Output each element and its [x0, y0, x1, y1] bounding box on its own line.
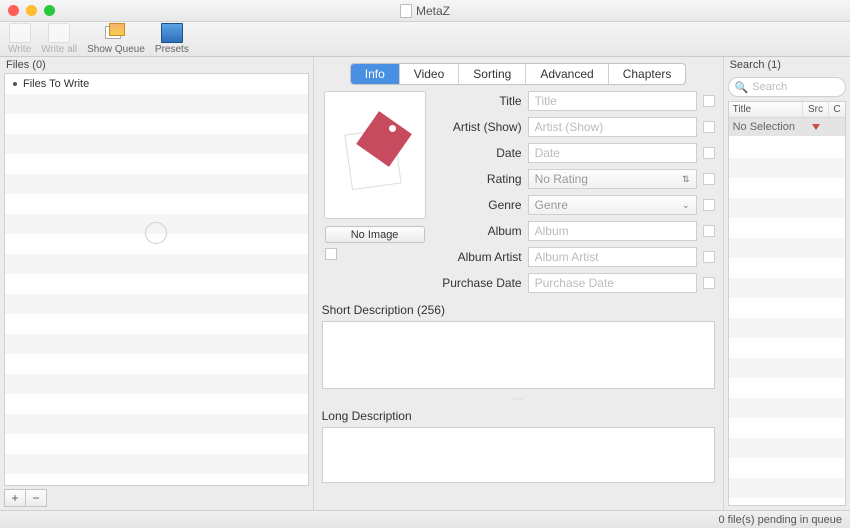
tab-info[interactable]: Info: [351, 64, 400, 84]
write-icon: [9, 23, 31, 43]
write-all-label: Write all: [41, 44, 77, 55]
show-queue-label: Show Queue: [87, 44, 145, 55]
search-results[interactable]: Title Src C No Selection: [728, 101, 846, 506]
search-field-wrap: 🔍: [728, 77, 846, 97]
write-label: Write: [8, 44, 31, 55]
date-label: Date: [436, 146, 522, 160]
tab-sorting[interactable]: Sorting: [459, 64, 526, 84]
tab-video[interactable]: Video: [400, 64, 459, 84]
files-list-item[interactable]: Files To Write: [5, 74, 308, 94]
chevron-down-icon: ⌄: [682, 200, 690, 211]
album-field[interactable]: [528, 221, 697, 241]
search-row[interactable]: No Selection: [729, 118, 845, 136]
titlebar: MetaZ: [0, 0, 850, 22]
rating-label: Rating: [436, 172, 522, 186]
rating-checkbox[interactable]: [703, 173, 715, 185]
window-title: MetaZ: [0, 4, 850, 18]
search-row-src: [803, 121, 829, 133]
drop-target-icon: [145, 222, 167, 244]
content: Files (0) Files To Write + − Info Video: [0, 57, 850, 510]
date-checkbox[interactable]: [703, 147, 715, 159]
album-artist-checkbox[interactable]: [703, 251, 715, 263]
album-artist-label: Album Artist: [436, 250, 522, 264]
artwork-well[interactable]: [324, 91, 426, 219]
rating-select[interactable]: No Rating⇅: [528, 169, 697, 189]
files-list[interactable]: Files To Write: [4, 73, 309, 486]
splitter-handle[interactable]: ⋯: [322, 394, 715, 405]
genre-label: Genre: [436, 198, 522, 212]
document-icon: [400, 4, 412, 18]
search-icon: 🔍: [735, 81, 749, 94]
show-queue-button[interactable]: Show Queue: [85, 23, 147, 55]
updown-icon: ⇅: [682, 174, 690, 185]
short-desc-label: Short Description (256): [322, 303, 715, 317]
bullet-icon: [13, 82, 17, 86]
status-bar: 0 file(s) pending in queue: [0, 510, 850, 528]
col-c[interactable]: C: [829, 102, 845, 117]
presets-label: Presets: [155, 44, 189, 55]
artist-label: Artist (Show): [436, 120, 522, 134]
long-desc-label: Long Description: [322, 409, 715, 423]
tab-chapters[interactable]: Chapters: [609, 64, 686, 84]
files-header: Files (0): [0, 57, 313, 73]
search-row-title: No Selection: [729, 121, 803, 133]
center-panel: Info Video Sorting Advanced Chapters No …: [314, 57, 723, 510]
presets-icon: [161, 23, 183, 43]
long-desc-field[interactable]: [322, 427, 715, 483]
search-panel: Search (1) 🔍 Title Src C No Selection: [723, 57, 850, 510]
purchase-date-checkbox[interactable]: [703, 277, 715, 289]
files-footer: + −: [0, 486, 313, 510]
artist-checkbox[interactable]: [703, 121, 715, 133]
col-src[interactable]: Src: [803, 102, 829, 117]
search-header: Search (1): [724, 57, 850, 73]
genre-checkbox[interactable]: [703, 199, 715, 211]
genre-select[interactable]: Genre⌄: [528, 195, 697, 215]
purchase-date-label: Purchase Date: [436, 276, 522, 290]
toolbar: Write Write all Show Queue Presets: [0, 22, 850, 57]
write-all-icon: [48, 23, 70, 43]
title-checkbox[interactable]: [703, 95, 715, 107]
title-label: Title: [436, 94, 522, 108]
remove-file-button[interactable]: −: [25, 489, 47, 507]
queue-icon: [105, 23, 127, 43]
album-checkbox[interactable]: [703, 225, 715, 237]
artwork-checkbox[interactable]: [325, 248, 337, 260]
no-image-button[interactable]: No Image: [325, 226, 425, 243]
status-text: 0 file(s) pending in queue: [718, 514, 842, 526]
search-columns: Title Src C: [729, 102, 845, 118]
add-file-button[interactable]: +: [4, 489, 26, 507]
date-field[interactable]: [528, 143, 697, 163]
col-title[interactable]: Title: [729, 102, 803, 117]
tab-advanced[interactable]: Advanced: [526, 64, 608, 84]
short-desc-field[interactable]: [322, 321, 715, 389]
purchase-date-field[interactable]: [528, 273, 697, 293]
source-icon: [812, 124, 820, 130]
artwork-placeholder-icon: [344, 119, 406, 191]
search-input[interactable]: [752, 81, 839, 93]
files-item-label: Files To Write: [23, 78, 89, 90]
write-button[interactable]: Write: [6, 23, 33, 55]
album-artist-field[interactable]: [528, 247, 697, 267]
files-panel: Files (0) Files To Write + −: [0, 57, 314, 510]
album-label: Album: [436, 224, 522, 238]
presets-button[interactable]: Presets: [153, 23, 191, 55]
artist-field[interactable]: [528, 117, 697, 137]
write-all-button[interactable]: Write all: [39, 23, 79, 55]
window-title-text: MetaZ: [416, 4, 450, 18]
tabs: Info Video Sorting Advanced Chapters: [322, 63, 715, 85]
title-field[interactable]: [528, 91, 697, 111]
